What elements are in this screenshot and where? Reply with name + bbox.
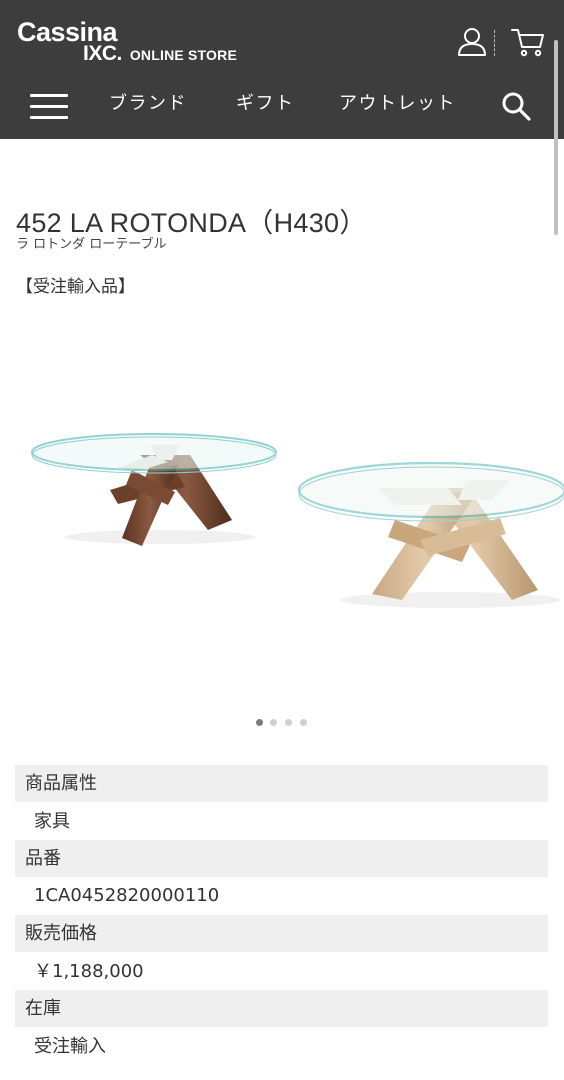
product-image-carousel[interactable] [0, 300, 564, 700]
site-header: Cassina IXC. ONLINE STORE ブランド ギフト アウトレット [0, 0, 564, 139]
search-icon[interactable] [501, 91, 531, 121]
ash-table-image [297, 461, 564, 608]
logo-store-text: ONLINE STORE [129, 47, 237, 63]
header-icon-divider [494, 30, 496, 56]
spec-value-price: ￥1,188,000 [34, 961, 144, 982]
hamburger-menu-icon[interactable] [30, 94, 68, 120]
cassina-logo[interactable]: Cassina IXC. ONLINE STORE [17, 18, 237, 65]
spec-value-attribute: 家具 [34, 811, 70, 832]
user-icon[interactable] [456, 27, 488, 57]
page-scrollbar[interactable] [554, 40, 558, 235]
cart-icon[interactable] [510, 27, 546, 57]
carousel-dot-3[interactable] [285, 719, 292, 726]
nav-item-brand[interactable]: ブランド [109, 92, 187, 116]
spec-value-item-number: 1CA0452820000110 [34, 885, 220, 906]
logo-subline: IXC. ONLINE STORE [83, 42, 237, 66]
spec-value-stock: 受注輸入 [34, 1036, 106, 1057]
import-order-label: 【受注輸入品】 [16, 277, 135, 297]
nav-item-gift[interactable]: ギフト [236, 92, 295, 116]
logo-ixc-text: IXC. [83, 42, 122, 65]
spec-label-price: 販売価格 [15, 915, 548, 952]
spec-label-item-number: 品番 [15, 840, 548, 877]
carousel-dot-4[interactable] [300, 719, 307, 726]
carousel-dot-1[interactable] [256, 719, 263, 726]
nav-item-outlet[interactable]: アウトレット [339, 92, 456, 116]
carousel-dot-2[interactable] [270, 719, 277, 726]
walnut-table-image [31, 433, 277, 546]
spec-label-stock: 在庫 [15, 990, 548, 1027]
product-subtitle: ラ ロトンダ ローテーブル [16, 237, 167, 252]
spec-label-attribute: 商品属性 [15, 765, 548, 802]
